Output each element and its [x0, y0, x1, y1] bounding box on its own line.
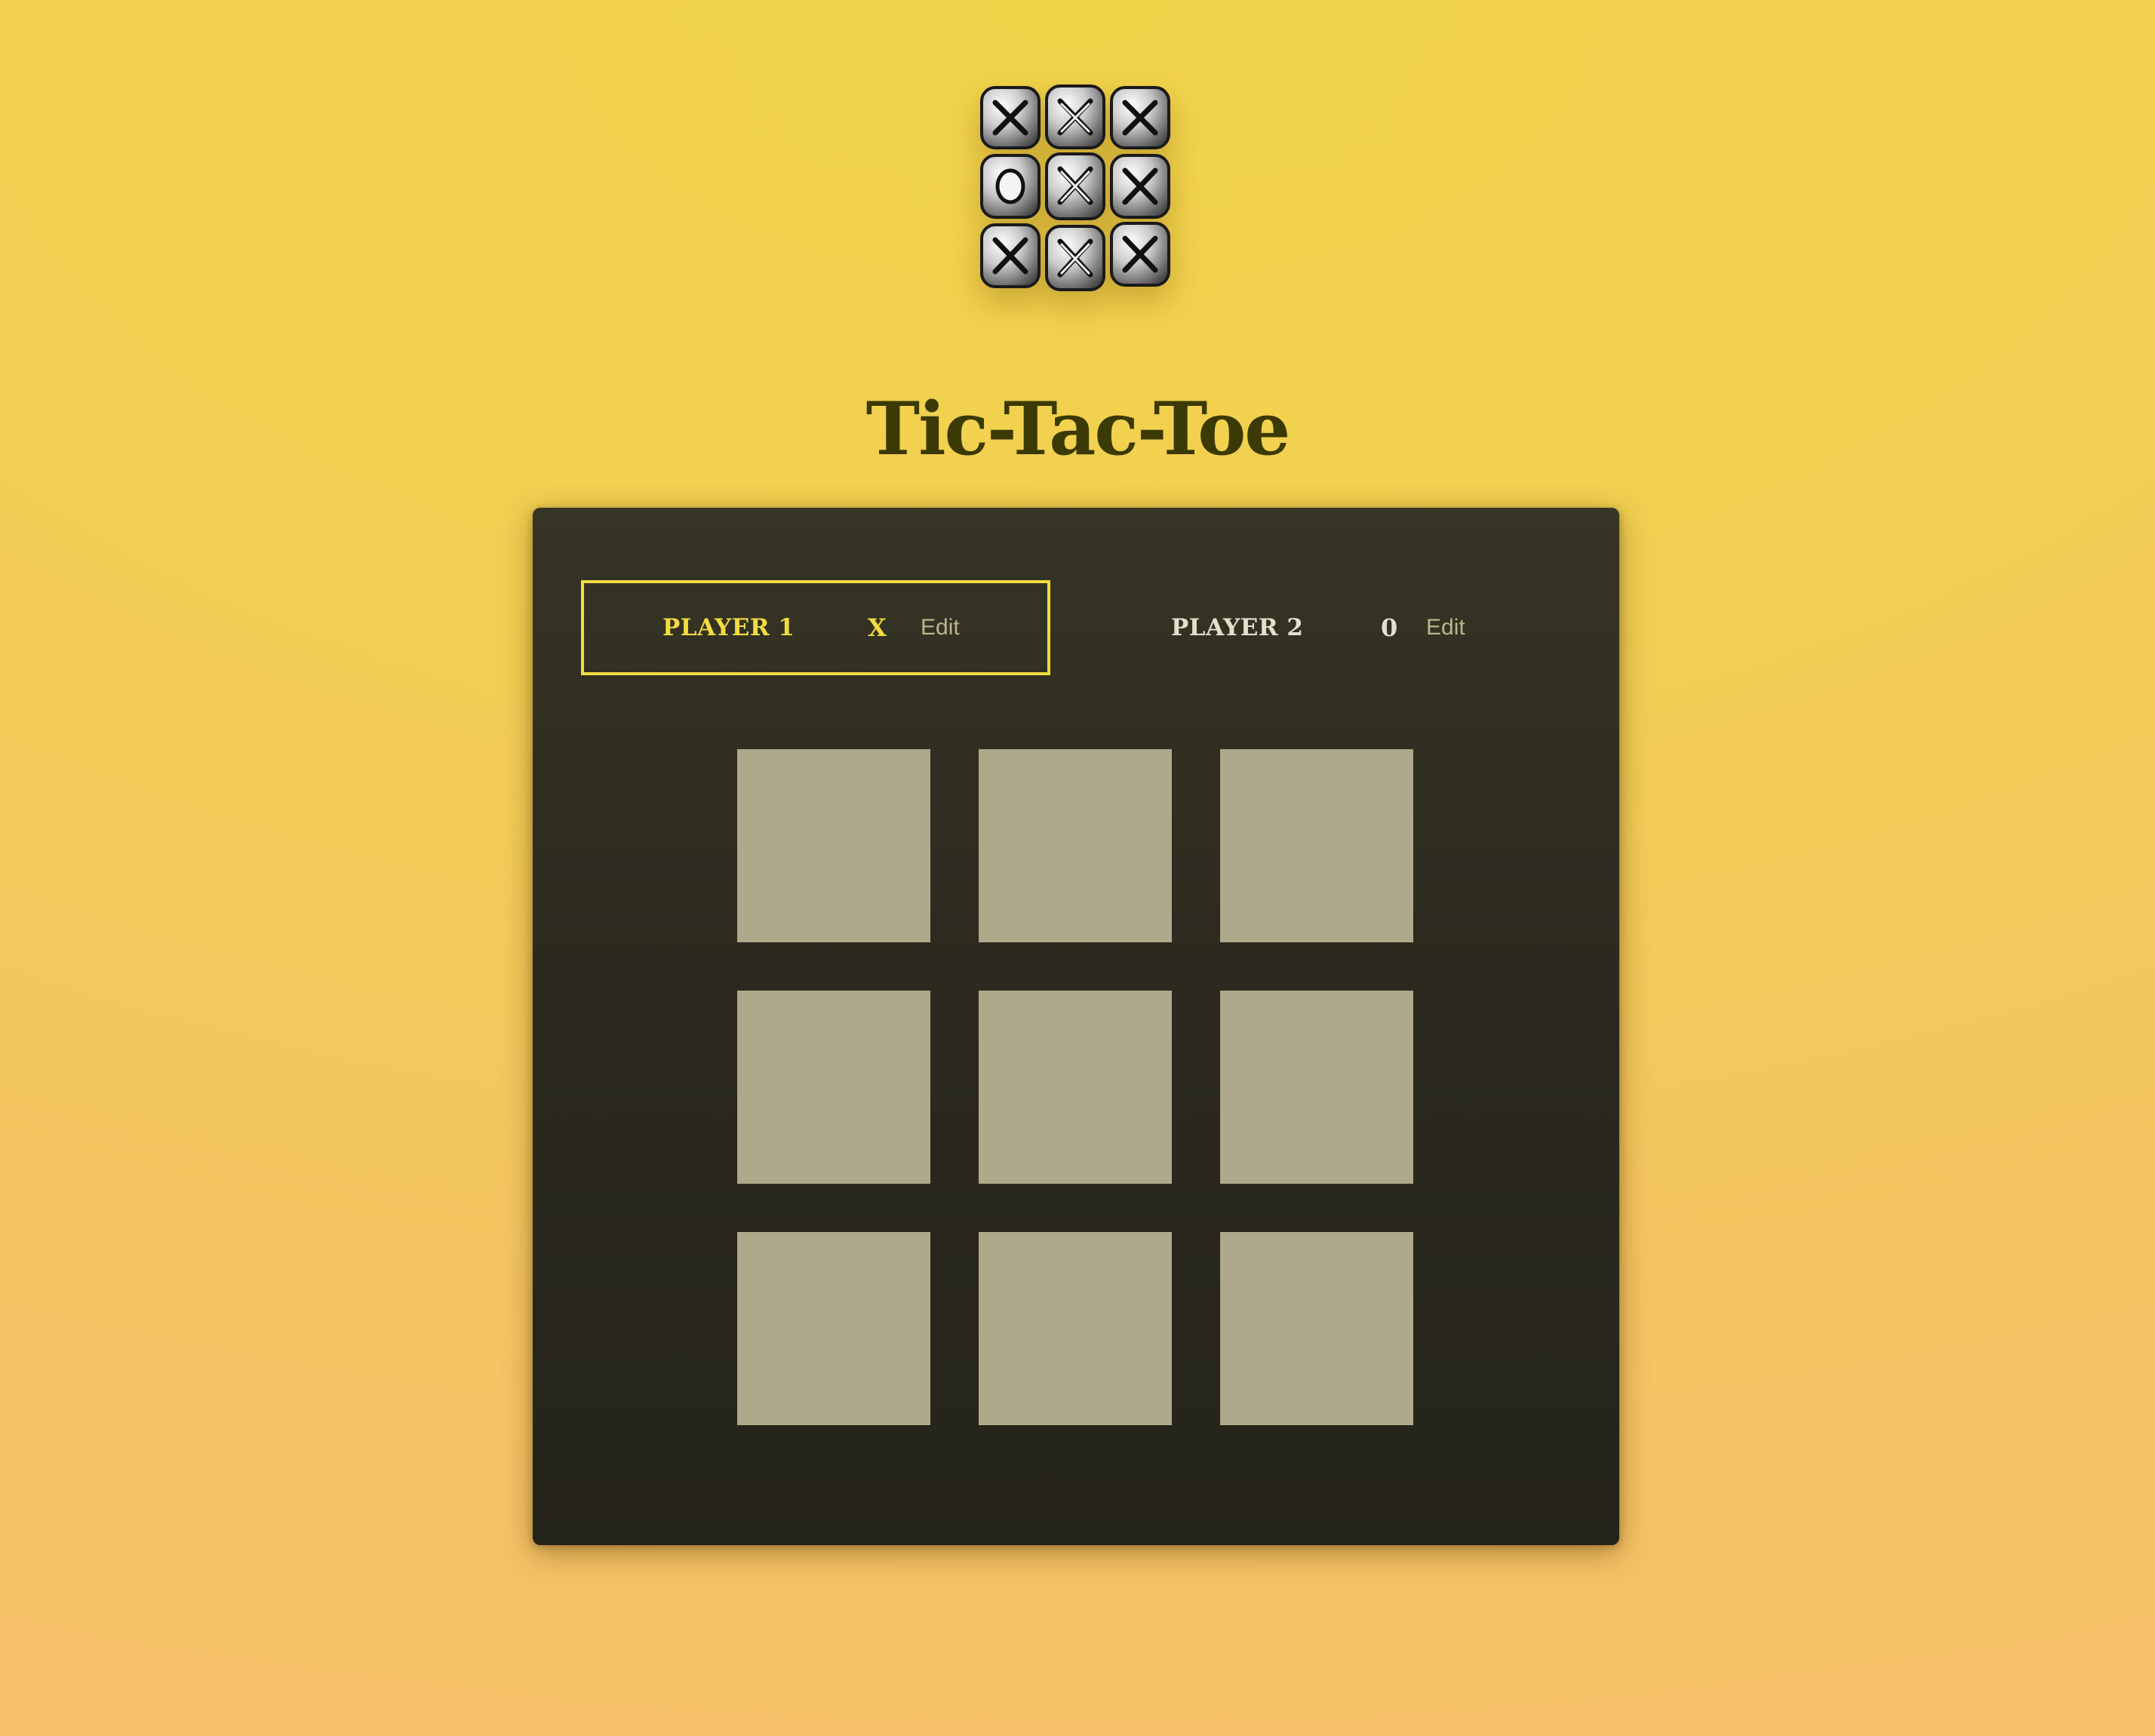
board-cell-6[interactable]: [1220, 991, 1413, 1184]
board-cell-8[interactable]: [979, 1232, 1172, 1425]
board-cell-5[interactable]: [979, 991, 1172, 1184]
player-2-name: PLAYER 2: [1171, 614, 1304, 641]
game-panel: PLAYER 1 X Edit PLAYER 2 0 Edit: [533, 508, 1619, 1545]
player-1-symbol: X: [868, 613, 887, 642]
page-title: Tic-Tac-Toe: [865, 386, 1291, 472]
board-cell-9[interactable]: [1220, 1232, 1413, 1425]
player-1-card: PLAYER 1 X Edit: [581, 580, 1050, 675]
board-cell-4[interactable]: [737, 991, 930, 1184]
player-2-card: PLAYER 2 0 Edit: [1096, 580, 1565, 675]
game-board: [737, 749, 1413, 1425]
player-2-symbol: 0: [1381, 613, 1398, 642]
board-cell-2[interactable]: [979, 749, 1172, 942]
player-1-name: PLAYER 1: [662, 614, 795, 641]
player-2-edit-button[interactable]: Edit: [1426, 615, 1465, 641]
board-cell-7[interactable]: [737, 1232, 930, 1425]
board-cell-1[interactable]: [737, 749, 930, 942]
board-cell-3[interactable]: [1220, 749, 1413, 942]
player-1-edit-button[interactable]: Edit: [921, 615, 960, 641]
tic-tac-toe-logo-icon: [977, 83, 1173, 294]
